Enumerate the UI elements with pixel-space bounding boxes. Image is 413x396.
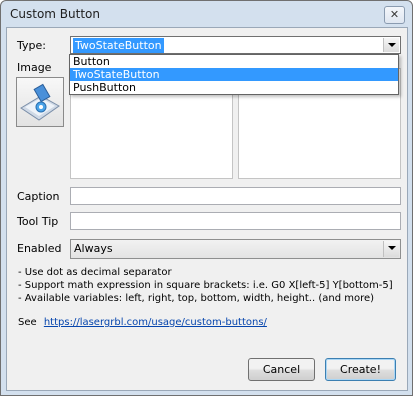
see-prefix: See [18,317,37,328]
type-select-value: TwoStateButton [73,38,164,53]
window-title: Custom Button [10,7,100,21]
laser-engraving-icon [20,83,60,121]
type-option-twostatebutton[interactable]: TwoStateButton [70,68,398,81]
help-notes: - Use dot as decimal separator - Support… [18,266,393,305]
close-icon: ✕ [389,8,400,21]
cancel-button[interactable]: Cancel [248,358,315,381]
note-line: - Use dot as decimal separator [18,267,172,278]
custom-button-dialog: Custom Button ✕ Type: TwoStateButton Ima… [0,0,413,396]
create-button[interactable]: Create! [325,358,396,381]
type-dropdown-list: Button TwoStateButton PushButton [69,54,399,95]
image-picker-button[interactable] [16,77,64,127]
chevron-down-icon[interactable] [383,241,399,257]
enabled-label: Enabled [17,242,62,255]
type-select[interactable]: TwoStateButton [70,36,401,54]
tooltip-input[interactable] [70,212,401,230]
note-line: - Support math expression in square brac… [18,280,393,291]
close-button[interactable]: ✕ [384,6,405,24]
custom-buttons-link[interactable]: https://lasergrbl.com/usage/custom-butto… [44,317,267,328]
tooltip-label: Tool Tip [17,215,59,228]
title-bar[interactable]: Custom Button ✕ [1,1,412,27]
caption-input[interactable] [70,187,401,205]
enabled-select[interactable]: Always [70,239,401,259]
chevron-down-icon[interactable] [383,38,399,52]
type-option-pushbutton[interactable]: PushButton [70,81,398,94]
type-option-button[interactable]: Button [70,55,398,68]
image-label: Image [17,61,52,74]
type-label: Type: [17,39,46,52]
caption-label: Caption [17,190,60,203]
see-line: See https://lasergrbl.com/usage/custom-b… [18,317,267,328]
note-line: - Available variables: left, right, top,… [18,293,375,304]
enabled-select-value: Always [74,242,113,255]
